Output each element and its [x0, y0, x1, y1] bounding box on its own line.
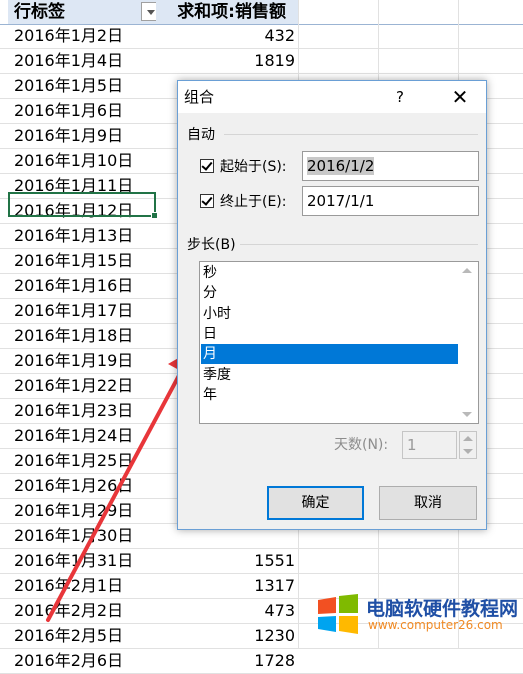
sales-value-cell[interactable]: 473 [156, 599, 298, 623]
table-row: 2016年1月2日 432 [0, 24, 523, 49]
step-option[interactable]: 月 [201, 344, 458, 365]
row-label-cell[interactable]: 2016年1月15日 [8, 249, 156, 273]
row-label-cell[interactable]: 2016年2月5日 [8, 624, 156, 648]
sum-sales-header[interactable]: 求和项:销售额 [156, 0, 298, 24]
start-field[interactable]: 2016/1/2 [302, 151, 479, 181]
step-listbox[interactable]: 年季度月日小时分秒 [199, 261, 479, 424]
listbox-scrollbar[interactable] [458, 262, 478, 423]
row-label-cell[interactable]: 2016年2月6日 [8, 649, 156, 673]
step-option[interactable]: 季度 [201, 365, 458, 385]
table-row: 2016年1月4日 1819 [0, 49, 523, 74]
row-label-cell[interactable]: 2016年1月17日 [8, 299, 156, 323]
step-option[interactable]: 年 [201, 385, 458, 405]
ok-button[interactable]: 确定 [267, 486, 364, 520]
row-label-cell[interactable]: 2016年1月26日 [8, 474, 156, 498]
end-checkbox[interactable] [200, 194, 214, 208]
sales-value-cell[interactable]: 1551 [156, 549, 298, 573]
close-button[interactable]: ✕ [444, 81, 476, 113]
row-label-cell[interactable]: 2016年1月18日 [8, 324, 156, 348]
sales-value-cell[interactable]: 1317 [156, 574, 298, 598]
end-value: 2017/1/1 [307, 192, 375, 210]
row-label-cell[interactable]: 2016年1月30日 [8, 524, 156, 548]
watermark-url: www.computer26.com [368, 618, 503, 632]
sales-value-cell[interactable]: 432 [156, 24, 298, 48]
row-label-cell[interactable]: 2016年2月2日 [8, 599, 156, 623]
group-dialog: 组合 ? ✕ 自动 起始于(S): 2016/1/2 终止于(E): 2017/… [177, 80, 487, 530]
row-label-cell[interactable]: 2016年1月29日 [8, 499, 156, 523]
days-field[interactable]: 1 [402, 431, 457, 459]
row-label-cell[interactable]: 2016年2月1日 [8, 574, 156, 598]
row-label-cell[interactable]: 2016年1月22日 [8, 374, 156, 398]
days-spinner[interactable] [459, 431, 477, 459]
table-row: 2016年1月31日 1551 [0, 549, 523, 574]
table-row: 2016年2月6日 1728 [0, 649, 523, 674]
sales-value-cell[interactable]: 1230 [156, 624, 298, 648]
step-option[interactable]: 秒 [201, 263, 458, 283]
step-option[interactable]: 小时 [201, 304, 458, 324]
row-labels-header-text: 行标签 [14, 2, 65, 22]
end-field[interactable]: 2017/1/1 [302, 186, 479, 216]
auto-section-label: 自动 [187, 127, 215, 143]
start-value: 2016/1/2 [307, 157, 375, 175]
scroll-up-icon[interactable] [462, 268, 472, 273]
row-label-cell[interactable]: 2016年1月13日 [8, 224, 156, 248]
dialog-title: 组合 [184, 88, 215, 106]
row-labels-header[interactable]: 行标签 [8, 0, 160, 24]
row-label-cell[interactable]: 2016年1月2日 [8, 24, 156, 48]
section-divider [224, 134, 478, 135]
row-label-cell[interactable]: 2016年1月19日 [8, 349, 156, 373]
watermark-title: 电脑软硬件教程网 [366, 598, 519, 620]
cancel-button[interactable]: 取消 [379, 486, 477, 520]
days-label: 天数(N): [334, 437, 389, 453]
start-checkbox[interactable] [200, 159, 214, 173]
row-label-cell[interactable]: 2016年1月16日 [8, 274, 156, 298]
watermark: 电脑软硬件教程网 www.computer26.com [316, 592, 523, 638]
dialog-titlebar[interactable]: 组合 ? ✕ [178, 81, 486, 113]
step-section-label: 步长(B) [187, 237, 236, 253]
active-cell-highlight [8, 192, 158, 219]
sales-value-cell[interactable]: 1728 [156, 649, 298, 673]
step-option[interactable]: 日 [201, 324, 458, 344]
row-label-cell[interactable]: 2016年1月25日 [8, 449, 156, 473]
start-label: 起始于(S): [220, 159, 287, 175]
row-label-cell[interactable]: 2016年1月6日 [8, 99, 156, 123]
section-divider [240, 244, 478, 245]
sales-value-cell[interactable]: 1819 [156, 49, 298, 73]
row-label-cell[interactable]: 2016年1月23日 [8, 399, 156, 423]
row-label-cell[interactable]: 2016年1月4日 [8, 49, 156, 73]
end-label: 终止于(E): [220, 194, 287, 210]
scroll-down-icon[interactable] [462, 412, 472, 417]
windows-logo-icon [318, 594, 358, 634]
pivot-header-row: 行标签 求和项:销售额 [0, 0, 523, 25]
row-label-cell[interactable]: 2016年1月24日 [8, 424, 156, 448]
spin-up-icon[interactable] [463, 436, 473, 441]
step-option[interactable]: 分 [201, 283, 458, 303]
spin-down-icon[interactable] [463, 449, 473, 454]
row-label-cell[interactable]: 2016年1月10日 [8, 149, 156, 173]
row-label-cell[interactable]: 2016年1月5日 [8, 74, 156, 98]
row-label-cell[interactable]: 2016年1月31日 [8, 549, 156, 573]
row-label-cell[interactable]: 2016年1月9日 [8, 124, 156, 148]
help-button[interactable]: ? [388, 81, 412, 113]
